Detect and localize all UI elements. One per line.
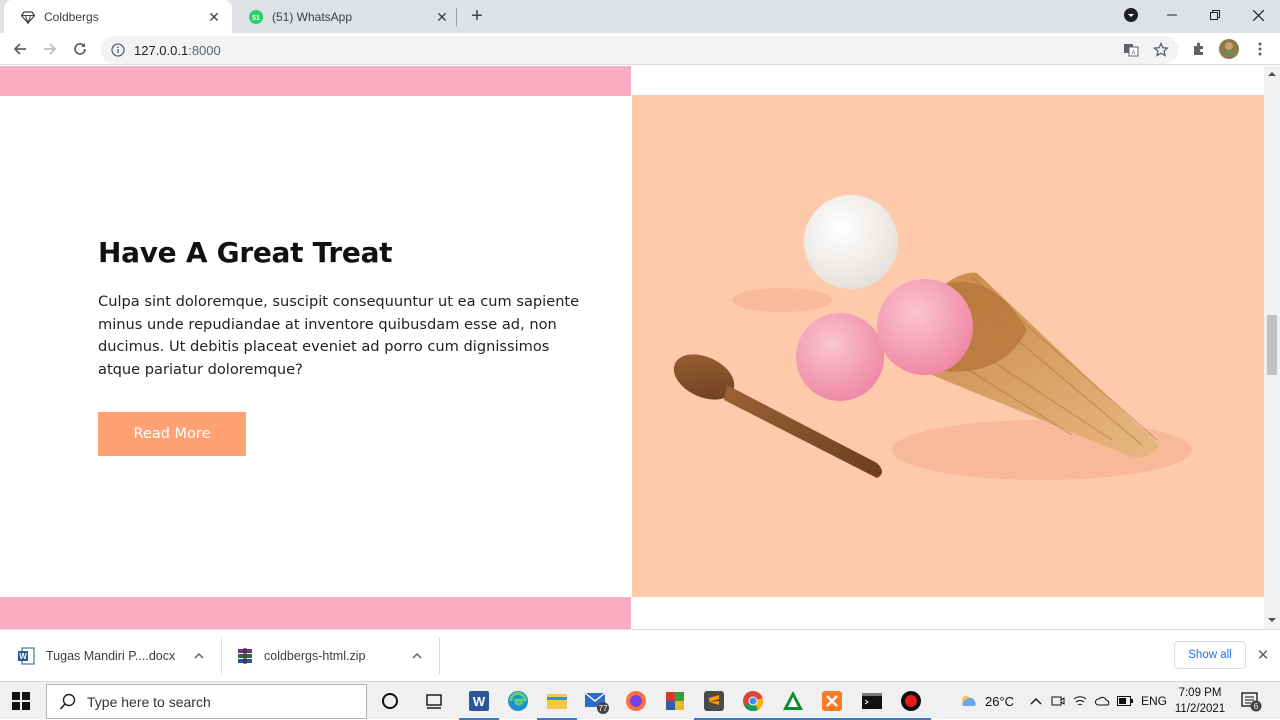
back-button[interactable] [9, 38, 31, 60]
tray-chevron-up-icon[interactable] [1028, 682, 1044, 720]
clock-date: 11/2/2021 [1174, 703, 1226, 715]
info-icon[interactable] [111, 43, 125, 57]
svg-text:W: W [473, 694, 486, 709]
close-icon [1252, 9, 1264, 21]
url-text: 127.0.0.1:8000 [134, 43, 221, 58]
download-divider [439, 638, 440, 674]
download-item-zip[interactable]: coldbergs-html.zip [236, 630, 436, 682]
scroll-up-icon [1268, 72, 1276, 76]
svg-text:A: A [1131, 51, 1135, 57]
address-bar[interactable]: 127.0.0.1:8000 A [101, 36, 1178, 64]
hero-text-block: Have A Great Treat Culpa sint doloremque… [98, 236, 598, 381]
minimize-icon [1167, 14, 1177, 16]
whatsapp-badge: 51 [252, 15, 260, 22]
search-placeholder: Type here to search [87, 693, 211, 710]
restore-icon [1210, 10, 1220, 20]
download-divider [221, 638, 222, 674]
close-shelf-icon[interactable]: ✕ [1254, 647, 1272, 665]
svg-text:W: W [19, 652, 27, 661]
tab-title: (51) WhatsApp [272, 9, 353, 24]
hero-heading: Have A Great Treat [98, 236, 393, 269]
taskbar-search-box[interactable]: Type here to search [46, 684, 367, 719]
tab-title: Coldbergs [44, 9, 99, 24]
read-more-button[interactable]: Read More [98, 412, 246, 456]
chevron-down-circle-icon [1124, 8, 1138, 22]
close-tab-icon[interactable]: ✕ [434, 9, 450, 25]
sublime-app-icon[interactable] [694, 688, 734, 720]
download-shelf: W Tugas Mandiri P....docx coldbergs-html… [0, 629, 1280, 681]
mail-app-icon[interactable]: 77 [583, 688, 609, 714]
close-window-button[interactable] [1236, 0, 1280, 30]
cortana-icon[interactable] [377, 688, 403, 714]
url-host: 127.0.0.1 [134, 43, 189, 58]
weather-temp: 26°C [985, 693, 1015, 709]
edge-app-icon[interactable] [505, 688, 531, 714]
zip-archive-icon [238, 648, 252, 664]
reload-button[interactable] [69, 38, 91, 60]
notification-center-icon[interactable]: 6 [1240, 682, 1262, 720]
tab-divider [456, 8, 457, 26]
download-filename: coldbergs-html.zip [264, 649, 366, 663]
mail-badge: 77 [599, 704, 608, 713]
ice-cream-image [632, 95, 1264, 597]
firefox-app-icon[interactable] [623, 688, 649, 714]
profile-avatar[interactable] [1218, 38, 1240, 60]
word-app-icon[interactable]: W [459, 688, 499, 720]
notification-badge: 6 [1254, 702, 1259, 711]
tab-whatsapp[interactable]: 51 (51) WhatsApp ✕ [232, 0, 460, 33]
onedrive-icon[interactable] [1094, 682, 1112, 720]
page-scrollbar[interactable] [1264, 66, 1280, 629]
chevron-up-icon[interactable] [193, 650, 205, 662]
pink-band-bottom [0, 597, 631, 629]
language-indicator[interactable]: ENG [1141, 682, 1167, 720]
restore-button[interactable] [1193, 0, 1237, 30]
reload-icon [74, 43, 86, 55]
minimize-button[interactable] [1150, 0, 1194, 30]
chevron-up-icon[interactable] [411, 650, 423, 662]
word-doc-icon: W [18, 647, 35, 665]
scroll-down-icon [1268, 618, 1276, 622]
clock-time: 7:09 PM [1178, 687, 1222, 699]
translate-icon[interactable]: A [1123, 42, 1139, 58]
search-icon [59, 693, 76, 710]
android-studio-icon[interactable] [773, 688, 813, 720]
system-clock[interactable]: 7:09 PM 11/2/2021 [1170, 685, 1230, 717]
weather-widget[interactable]: 26°C [958, 682, 1014, 720]
browser-toolbar: 127.0.0.1:8000 A [0, 33, 1280, 65]
menu-icon[interactable] [1249, 38, 1271, 60]
recorder-app-icon[interactable] [891, 688, 931, 720]
show-all-button[interactable]: Show all [1174, 641, 1246, 669]
terminal-app-icon[interactable] [852, 688, 892, 720]
pink-band-top [0, 66, 631, 96]
tab-search-button[interactable] [1109, 0, 1153, 30]
chrome-app-icon[interactable] [733, 688, 773, 720]
tab-strip: Coldbergs ✕ 51 (51) WhatsApp ✕ + [0, 0, 1280, 33]
tab-coldbergs[interactable]: Coldbergs ✕ [4, 0, 232, 33]
scrollbar-thumb[interactable] [1267, 315, 1277, 375]
task-view-icon[interactable] [421, 688, 447, 714]
windows-start-icon[interactable] [12, 692, 30, 710]
back-arrow-icon [13, 43, 26, 55]
new-tab-button[interactable]: + [466, 5, 488, 27]
diamond-icon [20, 9, 36, 25]
winrar-app-icon[interactable] [662, 688, 688, 714]
hero-paragraph: Culpa sint doloremque, suscipit consequu… [98, 293, 580, 378]
forward-arrow-icon [44, 43, 57, 55]
whatsapp-icon: 51 [248, 9, 264, 25]
download-filename: Tugas Mandiri P....docx [46, 649, 176, 663]
url-port: :8000 [188, 43, 221, 58]
xampp-app-icon[interactable] [812, 688, 852, 720]
meet-now-icon[interactable] [1050, 682, 1066, 720]
star-icon[interactable] [1153, 42, 1169, 58]
wifi-icon[interactable] [1072, 682, 1088, 720]
forward-button[interactable] [39, 38, 61, 60]
weather-cloud-icon [962, 696, 976, 706]
file-explorer-icon[interactable] [537, 688, 577, 720]
close-tab-icon[interactable]: ✕ [206, 9, 222, 25]
extensions-icon[interactable] [1188, 38, 1210, 60]
download-item-docx[interactable]: W Tugas Mandiri P....docx [18, 630, 218, 682]
windows-taskbar: Type here to search W 77 26°C ENG 7:09 P… [0, 681, 1280, 720]
page-viewport: Have A Great Treat Culpa sint doloremque… [0, 66, 1264, 629]
battery-icon[interactable] [1116, 682, 1134, 720]
